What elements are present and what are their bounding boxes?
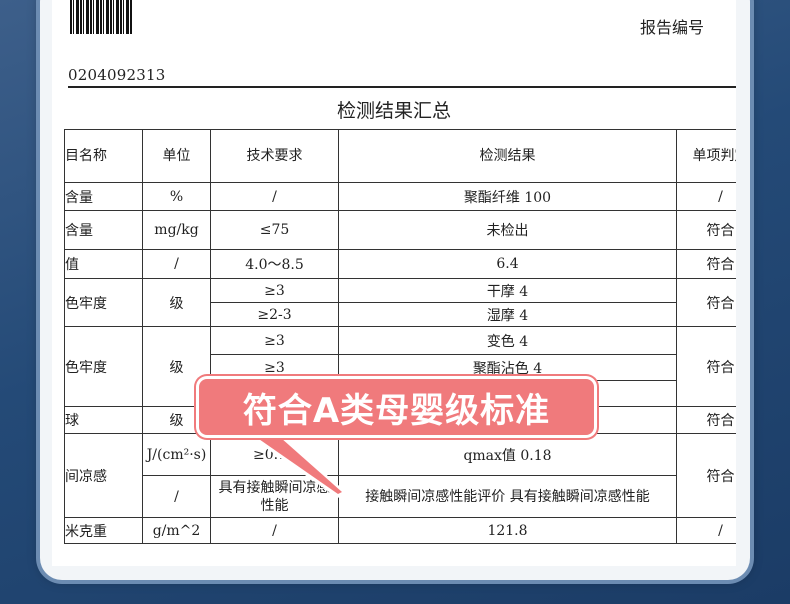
report-number: 0204092313 <box>68 66 166 84</box>
table-row: 米克重 g/m^2 / 121.8 / <box>64 517 736 544</box>
cell-unit: % <box>142 182 211 211</box>
cell-result: 湿摩 4 <box>338 302 677 327</box>
cell-result: 未检出 <box>338 210 677 250</box>
table-header-row: 目名称 单位 技术要求 检测结果 单项判定 <box>64 129 736 183</box>
cell-verdict: 符合 <box>676 249 736 279</box>
cell-unit: mg/kg <box>142 210 211 250</box>
certification-badge: 符合A类母婴级标准 <box>199 379 594 435</box>
cell-unit: / <box>142 249 211 279</box>
report-title: 检测结果汇总 <box>336 100 451 122</box>
cell-verdict: 符合 <box>676 433 736 518</box>
cell-requirement: ≥2-3 <box>210 302 339 327</box>
cell-requirement: ≤75 <box>210 210 339 250</box>
table-row: 值 / 4.0～8.5 6.4 符合 <box>64 249 736 279</box>
cell-unit: J/(cm²·s) <box>142 433 211 476</box>
cell-requirement: / <box>210 517 339 544</box>
cell-item: 球 <box>64 406 143 434</box>
report-number-label: 报告编号 <box>639 18 704 37</box>
header-item: 目名称 <box>64 129 143 183</box>
cell-verdict: / <box>676 517 736 544</box>
cell-result: 聚酯沾色 4 <box>338 354 677 381</box>
cell-item: 色牢度 <box>64 278 143 327</box>
cell-verdict: / <box>676 182 736 211</box>
table-row: 色牢度 级 ≥3 干摩 4 符合 <box>64 278 736 327</box>
header-verdict: 单项判定 <box>676 129 736 183</box>
cell-result: 6.4 <box>338 249 677 279</box>
header-requirement: 技术要求 <box>210 129 339 183</box>
results-table: 目名称 单位 技术要求 检测结果 单项判定 含量 % / 聚酯纤维 100 / … <box>64 129 736 544</box>
cell-requirement: ≥3 <box>210 326 339 355</box>
cell-unit: / <box>142 475 211 518</box>
table-row: 含量 % / 聚酯纤维 100 / <box>64 182 736 211</box>
cell-unit: 级 <box>142 278 211 327</box>
cell-item: 色牢度 <box>64 326 143 407</box>
table-row: 色牢度 级 ≥3 变色 4 符合 <box>64 326 736 407</box>
cell-result: 变色 4 <box>338 326 677 355</box>
cell-item: 含量 <box>64 210 143 250</box>
header-unit: 单位 <box>142 129 211 183</box>
header-divider <box>68 86 736 88</box>
cell-verdict: 符合 <box>676 278 736 327</box>
cell-result: 干摩 4 <box>338 278 677 303</box>
cell-item: 米克重 <box>64 517 143 544</box>
cell-result: qmax值 0.18 <box>338 433 677 476</box>
cell-requirement: ≥3 <box>210 354 339 381</box>
table-row: 含量 mg/kg ≤75 未检出 符合 <box>64 210 736 250</box>
cell-requirement: / <box>210 182 339 211</box>
test-report-page: 报告编号 0204092313 检测结果汇总 目名称 单位 技术要求 检测结果 … <box>52 0 736 566</box>
cell-item: 间凉感 <box>64 433 143 518</box>
cell-requirement: 4.0～8.5 <box>210 249 339 279</box>
cell-requirement: ≥3 <box>210 278 339 303</box>
cell-result: 接触瞬间凉感性能评价 具有接触瞬间凉感性能 <box>338 475 677 518</box>
cell-result: 聚酯纤维 100 <box>338 182 677 211</box>
cell-verdict: 符合 <box>676 326 736 407</box>
cell-result: 121.8 <box>338 517 677 544</box>
cell-verdict: 符合 <box>676 210 736 250</box>
cell-item: 含量 <box>64 182 143 211</box>
table-row: / 具有接触瞬间凉感性能 接触瞬间凉感性能评价 具有接触瞬间凉感性能 <box>65 475 737 518</box>
cell-verdict: 符合 <box>676 406 736 434</box>
cell-item: 值 <box>64 249 143 279</box>
cell-unit: g/m^2 <box>142 517 211 544</box>
header-result: 检测结果 <box>338 129 677 183</box>
callout-pointer <box>240 430 346 498</box>
barcode-image <box>70 0 132 34</box>
table-row: 间凉感 J/(cm²·s) ≥0.15 qmax值 0.18 符合 <box>64 433 736 518</box>
